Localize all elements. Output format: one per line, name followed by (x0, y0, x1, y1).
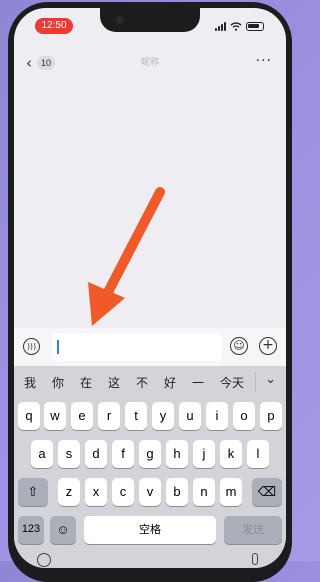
candidate-bar: 我 你 在 这 不 好 一 今天 ⌄ (14, 370, 286, 396)
numbers-key[interactable]: 123 (18, 516, 44, 544)
wifi-icon (230, 21, 242, 31)
key-r[interactable]: r (98, 402, 120, 430)
battery-icon (246, 21, 264, 31)
key-m[interactable]: m (220, 478, 242, 506)
key-o[interactable]: o (233, 402, 255, 430)
key-y[interactable]: y (152, 402, 174, 430)
candidate-6[interactable]: 一 (192, 374, 204, 391)
delete-key[interactable]: ⌫ (252, 478, 282, 506)
key-t[interactable]: t (125, 402, 147, 430)
key-i[interactable]: i (206, 402, 228, 430)
key-w[interactable]: w (44, 402, 66, 430)
key-q[interactable]: q (18, 402, 40, 430)
chat-title: 昵称 (140, 58, 159, 68)
key-k[interactable]: k (220, 440, 242, 468)
candidate-7[interactable]: 今天 (220, 374, 244, 391)
notch (100, 8, 200, 32)
key-v[interactable]: v (139, 478, 161, 506)
text-caret (57, 340, 59, 354)
mic-icon[interactable] (252, 553, 258, 565)
more-dots-icon[interactable]: ··· (256, 53, 272, 69)
globe-icon[interactable] (37, 553, 51, 567)
key-n[interactable]: n (193, 478, 215, 506)
send-key[interactable]: 发送 (224, 516, 282, 544)
chat-header: ‹ 10 昵称 ··· (14, 50, 286, 76)
key-e[interactable]: e (71, 402, 93, 430)
key-h[interactable]: h (166, 440, 188, 468)
status-icons (215, 19, 264, 33)
status-time: 12:50 (35, 18, 73, 34)
voice-icon[interactable]: ))) (23, 338, 40, 355)
candidate-0[interactable]: 我 (24, 374, 36, 391)
candidate-divider (255, 372, 256, 392)
key-z[interactable]: z (58, 478, 80, 506)
input-bar: ))) ☺ + (14, 328, 286, 366)
space-key[interactable]: 空格 (84, 516, 216, 544)
key-a[interactable]: a (31, 440, 53, 468)
message-input[interactable] (52, 333, 222, 361)
keyboard: 我 你 在 这 不 好 一 今天 ⌄ q w e r t y u i o p a… (14, 366, 286, 568)
candidate-3[interactable]: 这 (108, 374, 120, 391)
key-g[interactable]: g (139, 440, 161, 468)
screen: 12:50 ‹ 10 昵称 ··· ))) ☺ + 我 你 在 这 不 好 一 … (14, 8, 286, 568)
chevron-down-icon[interactable]: ⌄ (265, 372, 276, 387)
key-j[interactable]: j (193, 440, 215, 468)
key-b[interactable]: b (166, 478, 188, 506)
candidate-5[interactable]: 好 (164, 374, 176, 391)
signal-icon (215, 21, 226, 31)
plus-icon[interactable]: + (259, 337, 277, 355)
key-f[interactable]: f (112, 440, 134, 468)
chevron-left-icon[interactable]: ‹ (26, 55, 32, 71)
key-u[interactable]: u (179, 402, 201, 430)
key-s[interactable]: s (58, 440, 80, 468)
emoji-icon[interactable]: ☺ (230, 337, 248, 355)
emoji-key[interactable]: ☺ (50, 516, 76, 544)
key-x[interactable]: x (85, 478, 107, 506)
key-l[interactable]: l (247, 440, 269, 468)
key-c[interactable]: c (112, 478, 134, 506)
candidate-2[interactable]: 在 (80, 374, 92, 391)
unread-badge[interactable]: 10 (37, 56, 55, 70)
key-p[interactable]: p (260, 402, 282, 430)
candidate-4[interactable]: 不 (136, 374, 148, 391)
key-d[interactable]: d (85, 440, 107, 468)
candidate-1[interactable]: 你 (52, 374, 64, 391)
camera (116, 16, 124, 24)
shift-key[interactable]: ⇧ (18, 478, 48, 506)
